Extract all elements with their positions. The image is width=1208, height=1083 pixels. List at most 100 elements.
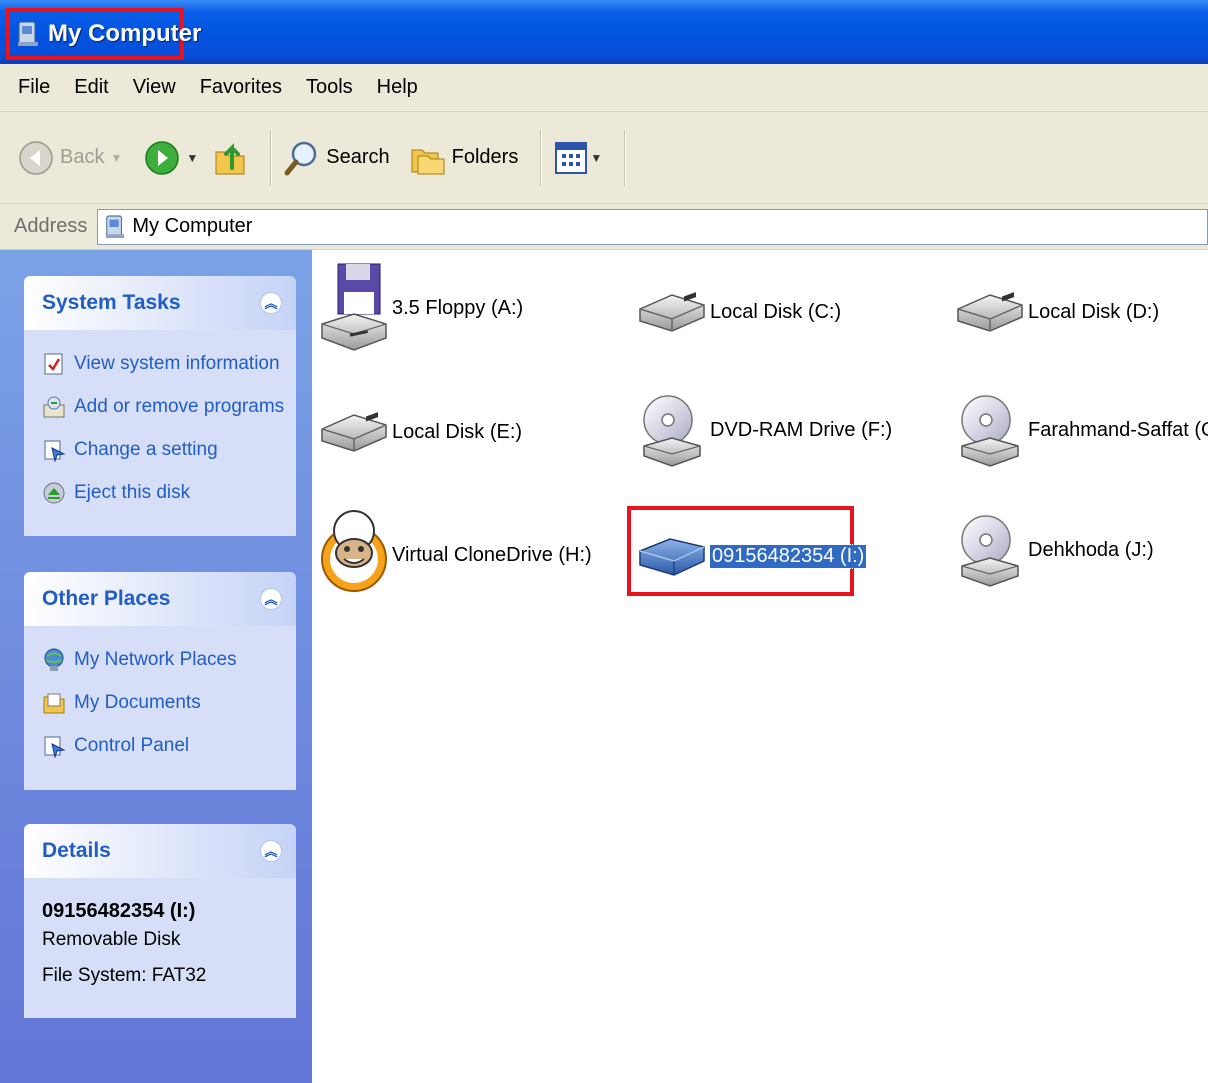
drive-farahmand-saffat-g[interactable]: Farahmand-Saffat (G:) <box>954 382 1208 478</box>
my-computer-icon <box>18 21 38 46</box>
drive-label: Local Disk (E:) <box>392 420 523 443</box>
details-title: Details <box>42 839 111 862</box>
my-documents-icon <box>43 693 65 713</box>
task-label: Change a setting <box>74 438 218 460</box>
network-places-icon <box>44 648 64 671</box>
menu-edit[interactable]: Edit <box>74 76 108 99</box>
removable-disk-icon <box>639 538 705 576</box>
drive-label: Local Disk (C:) <box>710 300 842 323</box>
other-places-panel: Other Places ︽ My Network Places My Docu… <box>24 572 296 790</box>
place-control-panel[interactable]: Control Panel <box>42 724 284 767</box>
menu-favorites[interactable]: Favorites <box>200 76 282 99</box>
views-button[interactable]: ▼ <box>554 141 602 175</box>
task-view-system-information[interactable]: View system information <box>42 342 284 385</box>
control-panel-icon <box>44 736 66 758</box>
drive-dehkhoda-j[interactable]: Dehkhoda (J:) <box>954 502 1154 598</box>
forward-dropdown-icon[interactable]: ▼ <box>186 151 198 165</box>
up-folder-icon <box>215 142 245 174</box>
virtual-clonedrive-icon <box>321 510 387 592</box>
collapse-chevron-icon[interactable]: ︽ <box>260 292 282 314</box>
task-label: Eject this disk <box>74 481 191 503</box>
task-label: View system information <box>74 352 280 374</box>
cd-drive-icon <box>954 385 1026 475</box>
system-tasks-body: View system information Add or remove pr… <box>24 330 296 536</box>
task-pane: System Tasks ︽ View system information A… <box>0 250 312 1083</box>
other-places-title: Other Places <box>42 587 171 610</box>
system-info-icon <box>44 353 63 374</box>
back-arrow-icon <box>19 140 53 175</box>
back-label: Back <box>60 146 105 168</box>
address-label: Address <box>14 215 88 237</box>
system-tasks-header[interactable]: System Tasks ︽ <box>24 276 296 330</box>
search-icon <box>284 141 317 175</box>
details-drive-type: Removable Disk <box>42 929 181 950</box>
drive-local-disk-e[interactable]: Local Disk (E:) <box>318 392 522 472</box>
system-tasks-panel: System Tasks ︽ View system information A… <box>24 276 296 536</box>
my-computer-icon <box>106 215 125 238</box>
folders-button[interactable]: Folders <box>410 140 519 176</box>
toolbar-separator <box>540 129 543 186</box>
place-my-documents[interactable]: My Documents <box>42 681 284 724</box>
task-label: My Documents <box>74 691 201 713</box>
window-title: My Computer <box>48 20 202 47</box>
details-body: 09156482354 (I:) Removable Disk File Sys… <box>24 878 296 1018</box>
drive-local-disk-d[interactable]: Local Disk (D:) <box>954 272 1159 352</box>
details-header[interactable]: Details ︽ <box>24 824 296 878</box>
details-drive-name: 09156482354 (I:) <box>42 900 196 922</box>
task-eject-this-disk[interactable]: Eject this disk <box>42 471 284 514</box>
task-add-remove-programs[interactable]: Add or remove programs <box>42 385 284 428</box>
hard-disk-icon <box>954 287 1026 337</box>
search-label: Search <box>326 146 390 168</box>
task-label: Add or remove programs <box>74 395 285 417</box>
drive-local-disk-c[interactable]: Local Disk (C:) <box>636 272 841 352</box>
floppy-drive-icon <box>321 263 387 351</box>
menu-file[interactable]: File <box>18 76 50 99</box>
search-button[interactable]: Search <box>284 138 390 178</box>
place-my-network-places[interactable]: My Network Places <box>42 638 284 681</box>
address-field[interactable]: My Computer <box>97 208 1208 245</box>
drive-dvd-ram-f[interactable]: DVD-RAM Drive (F:) <box>636 382 892 478</box>
views-icon <box>555 141 588 174</box>
task-label: Control Panel <box>74 734 190 756</box>
drive-virtual-clonedrive-h[interactable]: Virtual CloneDrive (H:) <box>318 500 592 610</box>
collapse-chevron-icon[interactable]: ︽ <box>260 840 282 862</box>
cd-drive-icon <box>636 385 708 475</box>
menu-bar: File Edit View Favorites Tools Help <box>0 64 1208 112</box>
folders-icon <box>411 149 445 174</box>
add-remove-programs-icon <box>43 396 65 417</box>
control-panel-icon <box>44 440 66 462</box>
folders-label: Folders <box>451 146 519 168</box>
title-highlight-box: My Computer <box>6 8 201 60</box>
title-bar[interactable]: My Computer <box>0 0 1208 64</box>
drive-label: 3.5 Floppy (A:) <box>392 296 524 319</box>
menu-tools[interactable]: Tools <box>306 76 353 99</box>
forward-button[interactable]: ▼ <box>144 140 198 176</box>
back-button[interactable]: Back ▼ <box>18 140 122 176</box>
toolbar-separator <box>270 129 273 186</box>
other-places-body: My Network Places My Documents Control P… <box>24 626 296 790</box>
drive-floppy-a[interactable]: 3.5 Floppy (A:) <box>318 263 524 351</box>
address-bar: Address My Computer <box>0 204 1208 250</box>
up-folder-button[interactable] <box>212 138 248 178</box>
details-panel: Details ︽ 09156482354 (I:) Removable Dis… <box>24 824 296 1018</box>
drive-label: Dehkhoda (J:) <box>1028 538 1154 561</box>
drive-removable-i[interactable]: 09156482354 (I:) <box>636 532 868 580</box>
views-dropdown-icon[interactable]: ▼ <box>590 151 602 165</box>
menu-help[interactable]: Help <box>377 76 418 99</box>
task-label: My Network Places <box>74 648 237 670</box>
hard-disk-icon <box>318 407 390 457</box>
forward-arrow-icon <box>145 140 180 175</box>
drive-label: Local Disk (D:) <box>1028 300 1160 323</box>
task-change-a-setting[interactable]: Change a setting <box>42 428 284 471</box>
drive-label: 09156482354 (I:) <box>708 543 868 569</box>
menu-view[interactable]: View <box>133 76 176 99</box>
drive-label: Farahmand-Saffat (G:) <box>1028 418 1208 441</box>
other-places-header[interactable]: Other Places ︽ <box>24 572 296 626</box>
back-dropdown-icon[interactable]: ▼ <box>110 151 122 165</box>
details-file-system: File System: FAT32 <box>42 965 207 986</box>
cd-drive-icon <box>954 505 1026 595</box>
eject-icon <box>43 482 65 503</box>
drive-label: DVD-RAM Drive (F:) <box>710 418 893 441</box>
drive-label: Virtual CloneDrive (H:) <box>392 543 592 566</box>
collapse-chevron-icon[interactable]: ︽ <box>260 588 282 610</box>
